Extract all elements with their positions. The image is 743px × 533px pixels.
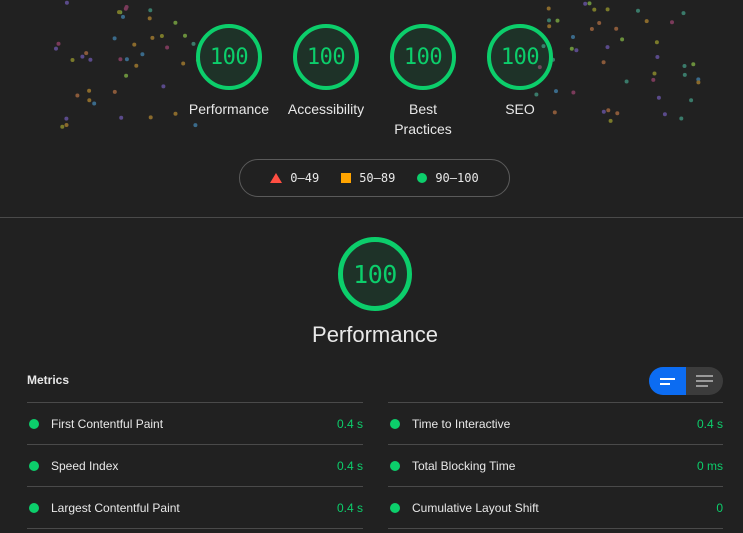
metric-largest-contentful-paint: Largest Contentful Paint 0.4 s bbox=[27, 486, 363, 528]
metrics-heading: Metrics bbox=[27, 373, 70, 387]
confetti-dot bbox=[121, 14, 125, 19]
confetti-dot bbox=[587, 1, 592, 6]
section-divider bbox=[0, 217, 743, 218]
metrics-bottom-border bbox=[27, 528, 363, 529]
gauge-label: SEO bbox=[505, 101, 535, 117]
metric-value: 0.4 s bbox=[336, 500, 363, 515]
score-gauges: 100 Performance 100 Accessibility 100 Be… bbox=[0, 24, 743, 154]
metric-value: 0 ms bbox=[696, 458, 723, 473]
gauge-score: 100 bbox=[209, 44, 249, 70]
confetti-dot bbox=[148, 8, 153, 13]
confetti-dot bbox=[64, 0, 69, 5]
legend-range: 90–100 bbox=[435, 171, 479, 185]
metric-name: Cumulative Layout Shift bbox=[412, 500, 539, 515]
confetti-dot bbox=[681, 11, 686, 16]
metrics-bottom-border bbox=[388, 528, 723, 529]
metric-speed-index: Speed Index 0.4 s bbox=[27, 444, 363, 486]
metrics-view-toggle[interactable] bbox=[649, 367, 723, 395]
gauge-label: Accessibility bbox=[287, 101, 365, 117]
gauge-label: Performance bbox=[188, 101, 270, 117]
legend-item-average: 50–89 bbox=[341, 171, 395, 185]
gauge-score: 100 bbox=[403, 44, 443, 70]
metric-value: 0.4 s bbox=[696, 416, 723, 431]
metric-name: First Contentful Paint bbox=[51, 416, 164, 431]
pass-circle-icon bbox=[390, 418, 400, 429]
gauge-best-practices[interactable]: 100 Best Practices bbox=[378, 24, 468, 139]
confetti-dot bbox=[592, 7, 597, 12]
lighthouse-report: 100 Performance 100 Accessibility 100 Be… bbox=[0, 0, 743, 533]
metric-time-to-interactive: Time to Interactive 0.4 s bbox=[388, 402, 723, 444]
gauge-ring: 100 bbox=[293, 24, 359, 90]
gauge-seo[interactable]: 100 SEO bbox=[475, 24, 565, 119]
confetti-dot bbox=[636, 8, 640, 13]
metric-value: 0.4 s bbox=[336, 458, 363, 473]
confetti-dot bbox=[605, 7, 610, 12]
performance-gauge: 100 bbox=[338, 237, 412, 311]
legend-range: 0–49 bbox=[290, 171, 320, 185]
confetti-dot bbox=[644, 19, 649, 24]
pass-circle-icon bbox=[29, 418, 39, 429]
gauge-accessibility[interactable]: 100 Accessibility bbox=[281, 24, 371, 119]
gauge-score: 100 bbox=[500, 44, 540, 70]
metric-name: Largest Contentful Paint bbox=[51, 500, 180, 515]
gauge-ring: 100 bbox=[487, 24, 553, 90]
metric-value: 0 bbox=[716, 500, 723, 515]
pass-circle-icon bbox=[390, 502, 400, 513]
metric-total-blocking-time: Total Blocking Time 0 ms bbox=[388, 444, 723, 486]
metrics-column-right: Time to Interactive 0.4 s Total Blocking… bbox=[388, 402, 723, 529]
metric-name: Time to Interactive bbox=[412, 416, 511, 431]
confetti-dot bbox=[117, 10, 121, 15]
metric-value: 0.4 s bbox=[336, 416, 363, 431]
legend-item-fail: 0–49 bbox=[270, 171, 319, 185]
expanded-list-icon bbox=[696, 375, 713, 387]
confetti-dot bbox=[555, 18, 560, 23]
legend-range: 50–89 bbox=[359, 171, 396, 185]
gauge-label: Best Practices bbox=[394, 101, 452, 137]
metric-name: Speed Index bbox=[51, 458, 119, 473]
pass-circle-icon bbox=[390, 460, 400, 471]
gauge-ring: 100 bbox=[196, 24, 262, 90]
square-icon bbox=[341, 173, 352, 183]
confetti-dot bbox=[147, 16, 152, 21]
score-scale-legend: 0–49 50–89 90–100 bbox=[239, 159, 510, 197]
pass-circle-icon bbox=[29, 460, 39, 471]
triangle-icon bbox=[270, 173, 283, 183]
confetti-dot bbox=[583, 1, 588, 6]
gauge-score: 100 bbox=[306, 44, 346, 70]
metrics-column-left: First Contentful Paint 0.4 s Speed Index… bbox=[27, 402, 363, 529]
gauge-performance[interactable]: 100 Performance bbox=[184, 24, 274, 119]
metric-name: Total Blocking Time bbox=[412, 458, 516, 473]
compact-view-button[interactable] bbox=[649, 367, 686, 395]
pass-circle-icon bbox=[29, 502, 39, 513]
performance-score: 100 bbox=[353, 259, 397, 289]
confetti-dot bbox=[547, 18, 551, 23]
circle-icon bbox=[417, 173, 428, 183]
metric-first-contentful-paint: First Contentful Paint 0.4 s bbox=[27, 402, 363, 444]
confetti-dot bbox=[546, 6, 551, 11]
legend-item-pass: 90–100 bbox=[417, 171, 479, 185]
confetti-dot bbox=[123, 6, 128, 11]
metric-cumulative-layout-shift: Cumulative Layout Shift 0 bbox=[388, 486, 723, 528]
expanded-view-button[interactable] bbox=[686, 367, 723, 395]
performance-title: Performance bbox=[312, 322, 438, 347]
gauge-ring: 100 bbox=[390, 24, 456, 90]
compact-list-icon bbox=[660, 377, 675, 385]
scores-summary: 100 Performance 100 Accessibility 100 Be… bbox=[0, 0, 743, 217]
